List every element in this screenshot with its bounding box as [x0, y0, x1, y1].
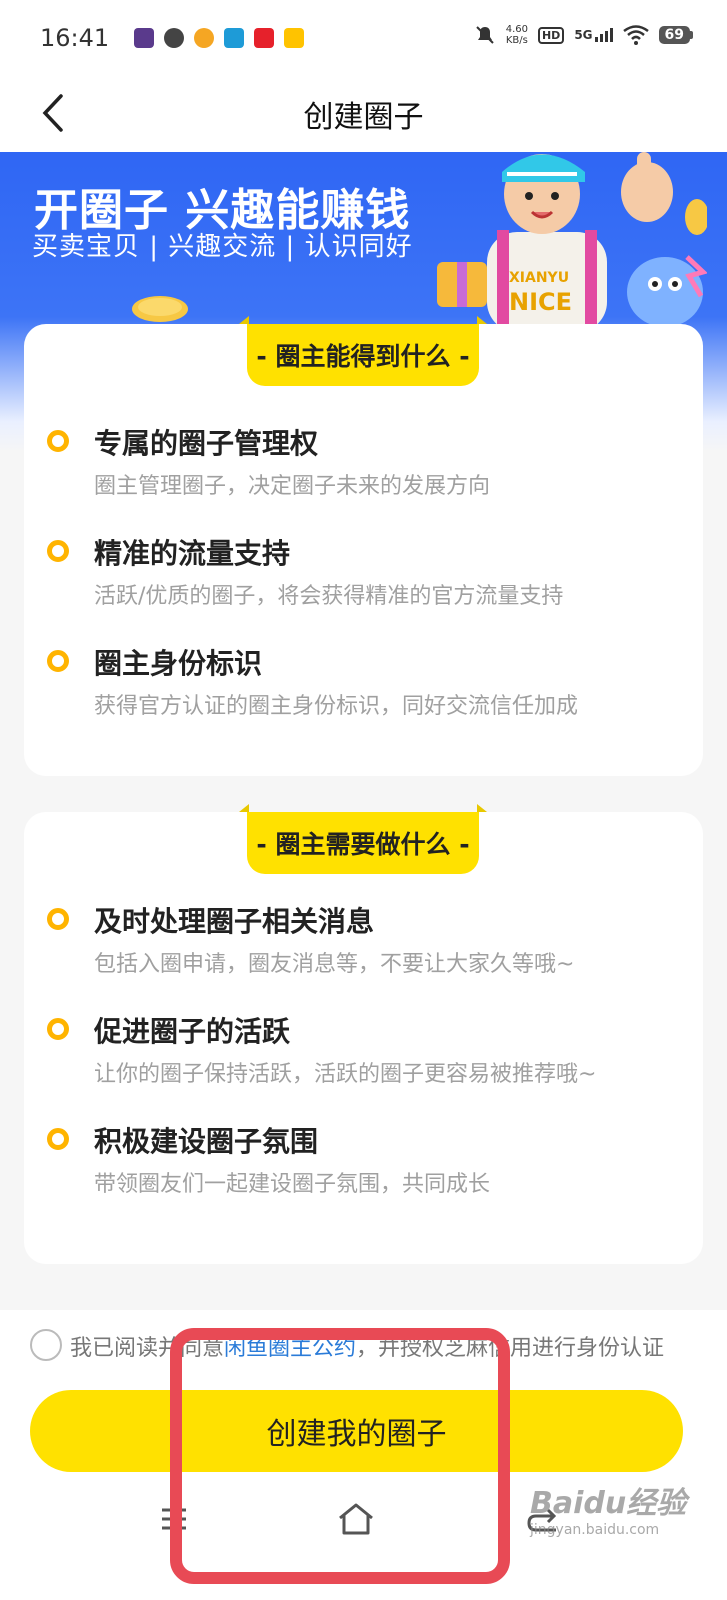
weibo-icon — [194, 28, 214, 48]
wifi-icon — [622, 25, 649, 45]
item-title: 精准的流量支持 — [94, 537, 291, 570]
bullet-icon — [47, 430, 69, 452]
agree-checkbox[interactable] — [30, 1329, 62, 1361]
item-description: 包括入圈申请，圈友消息等，不要让大家久等哦~ — [94, 952, 575, 977]
hd-badge: HD — [537, 26, 565, 44]
bullet-icon — [47, 908, 69, 930]
item-description: 带领圈友们一起建设圈子氛围，共同成长 — [94, 1172, 491, 1197]
meituan-icon — [284, 28, 304, 48]
section-header-label: - 圈主能得到什么 - — [247, 324, 479, 386]
mute-bell-icon — [475, 26, 494, 44]
item-title: 积极建设圈子氛围 — [94, 1125, 319, 1158]
bullet-icon — [47, 1128, 69, 1150]
notification-icons — [134, 28, 304, 48]
net-speed: 4.60 KB/s — [505, 24, 528, 46]
car-app-icon — [224, 28, 244, 48]
bullet-icon — [47, 540, 69, 562]
owner-benefits-card: - 圈主能得到什么 - 专属的圈子管理权 圈主管理圈子，决定圈子未来的发展方向 … — [24, 316, 703, 776]
page-title: 创建圈子 — [303, 100, 424, 135]
item-description: 让你的圈子保持活跃，活跃的圈子更容易被推荐哦~ — [94, 1062, 597, 1087]
coin-decoration-icon — [132, 296, 188, 322]
bullet-icon — [47, 1018, 69, 1040]
svg-text:NICE: NICE — [509, 288, 572, 316]
section-header-label: - 圈主需要做什么 - — [247, 812, 479, 874]
bullet-icon — [47, 650, 69, 672]
item-description: 活跃/优质的圈子，将会获得精准的官方流量支持 — [94, 584, 564, 609]
item-title: 促进圈子的活跃 — [94, 1015, 291, 1048]
banner-subtitle: 买卖宝贝 | 兴趣交流 | 认识同好 — [32, 232, 413, 262]
nav-bar: 创建圈子 — [0, 78, 727, 152]
status-time: 16:41 — [40, 24, 110, 52]
item-title: 专属的圈子管理权 — [94, 427, 319, 460]
signal-icon: 5G — [574, 28, 613, 42]
watermark: Baidu经验 jingyan.baidu.com — [530, 1486, 687, 1538]
section-header: - 圈主需要做什么 - — [223, 804, 503, 874]
system-icons: 4.60 KB/s HD 5G 69 — [474, 24, 693, 46]
item-description: 获得官方认证的圈主身份标识，同好交流信任加成 — [94, 694, 579, 719]
item-title: 及时处理圈子相关消息 — [94, 905, 375, 938]
owner-duties-card: - 圈主需要做什么 - 及时处理圈子相关消息 包括入圈申请，圈友消息等，不要让大… — [24, 804, 703, 1264]
mascot-illustration: XIANYU NICE — [437, 152, 707, 327]
item-description: 圈主管理圈子，决定圈子未来的发展方向 — [94, 474, 491, 499]
compass-icon — [164, 28, 184, 48]
svg-text:XIANYU: XIANYU — [509, 270, 569, 286]
xiaohongshu-icon — [254, 28, 274, 48]
item-title: 圈主身份标识 — [94, 647, 263, 680]
highlight-annotation — [170, 1328, 510, 1584]
status-bar: 16:41 4.60 KB/s HD 5G 69 — [0, 0, 727, 78]
section-header: - 圈主能得到什么 - — [223, 316, 503, 386]
battery-icon: 69 — [658, 26, 693, 44]
app-k-icon — [134, 28, 154, 48]
